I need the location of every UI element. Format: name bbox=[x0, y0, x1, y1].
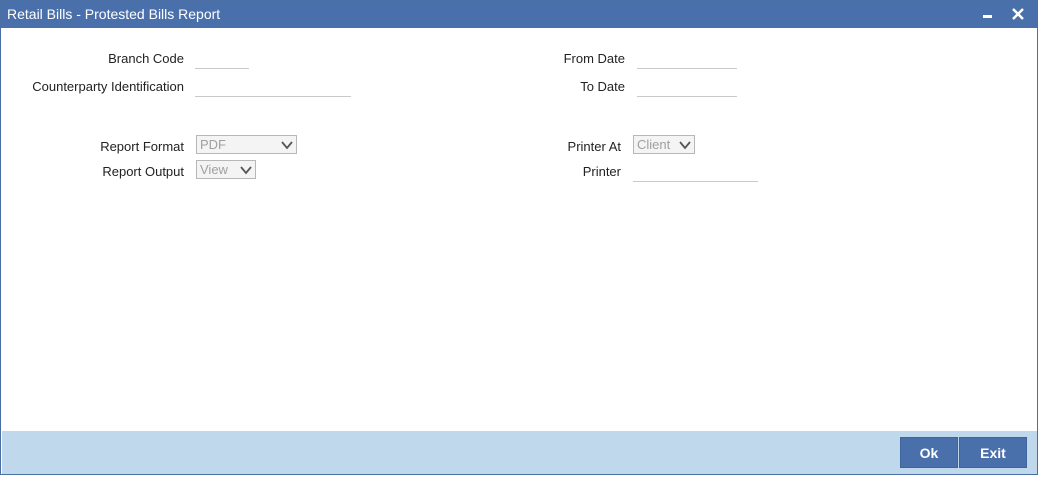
report-window: Retail Bills - Protested Bills Report Br… bbox=[0, 0, 1038, 475]
ok-button[interactable]: Ok bbox=[900, 437, 958, 468]
close-icon bbox=[1012, 8, 1024, 20]
printer-input[interactable] bbox=[633, 165, 758, 182]
counterparty-identification-label: Counterparty Identification bbox=[32, 79, 184, 94]
chevron-down-icon bbox=[679, 141, 691, 150]
report-output-value: View bbox=[200, 162, 228, 177]
title-bar[interactable]: Retail Bills - Protested Bills Report bbox=[1, 1, 1037, 28]
window-title: Retail Bills - Protested Bills Report bbox=[7, 6, 221, 22]
minimize-button[interactable] bbox=[977, 3, 999, 25]
report-format-label: Report Format bbox=[100, 139, 184, 154]
close-button[interactable] bbox=[1007, 3, 1029, 25]
report-format-value: PDF bbox=[200, 137, 226, 152]
to-date-label: To Date bbox=[580, 79, 625, 94]
printer-at-value: Client bbox=[637, 137, 671, 152]
footer-bar: Ok Exit bbox=[2, 431, 1037, 474]
counterparty-identification-input[interactable] bbox=[195, 80, 351, 97]
minimize-icon bbox=[983, 15, 992, 18]
branch-code-input[interactable] bbox=[195, 52, 249, 69]
exit-button[interactable]: Exit bbox=[959, 437, 1027, 468]
report-output-label: Report Output bbox=[102, 164, 184, 179]
chevron-down-icon bbox=[240, 166, 252, 175]
printer-at-label: Printer At bbox=[567, 139, 621, 154]
printer-at-select[interactable]: Client bbox=[633, 135, 695, 154]
report-output-select[interactable]: View bbox=[196, 160, 256, 179]
from-date-input[interactable] bbox=[637, 52, 737, 69]
branch-code-label: Branch Code bbox=[108, 51, 184, 66]
to-date-input[interactable] bbox=[637, 80, 737, 97]
chevron-down-icon bbox=[281, 141, 293, 150]
from-date-label: From Date bbox=[563, 51, 625, 66]
report-format-select[interactable]: PDF bbox=[196, 135, 297, 154]
printer-label: Printer bbox=[582, 164, 621, 179]
